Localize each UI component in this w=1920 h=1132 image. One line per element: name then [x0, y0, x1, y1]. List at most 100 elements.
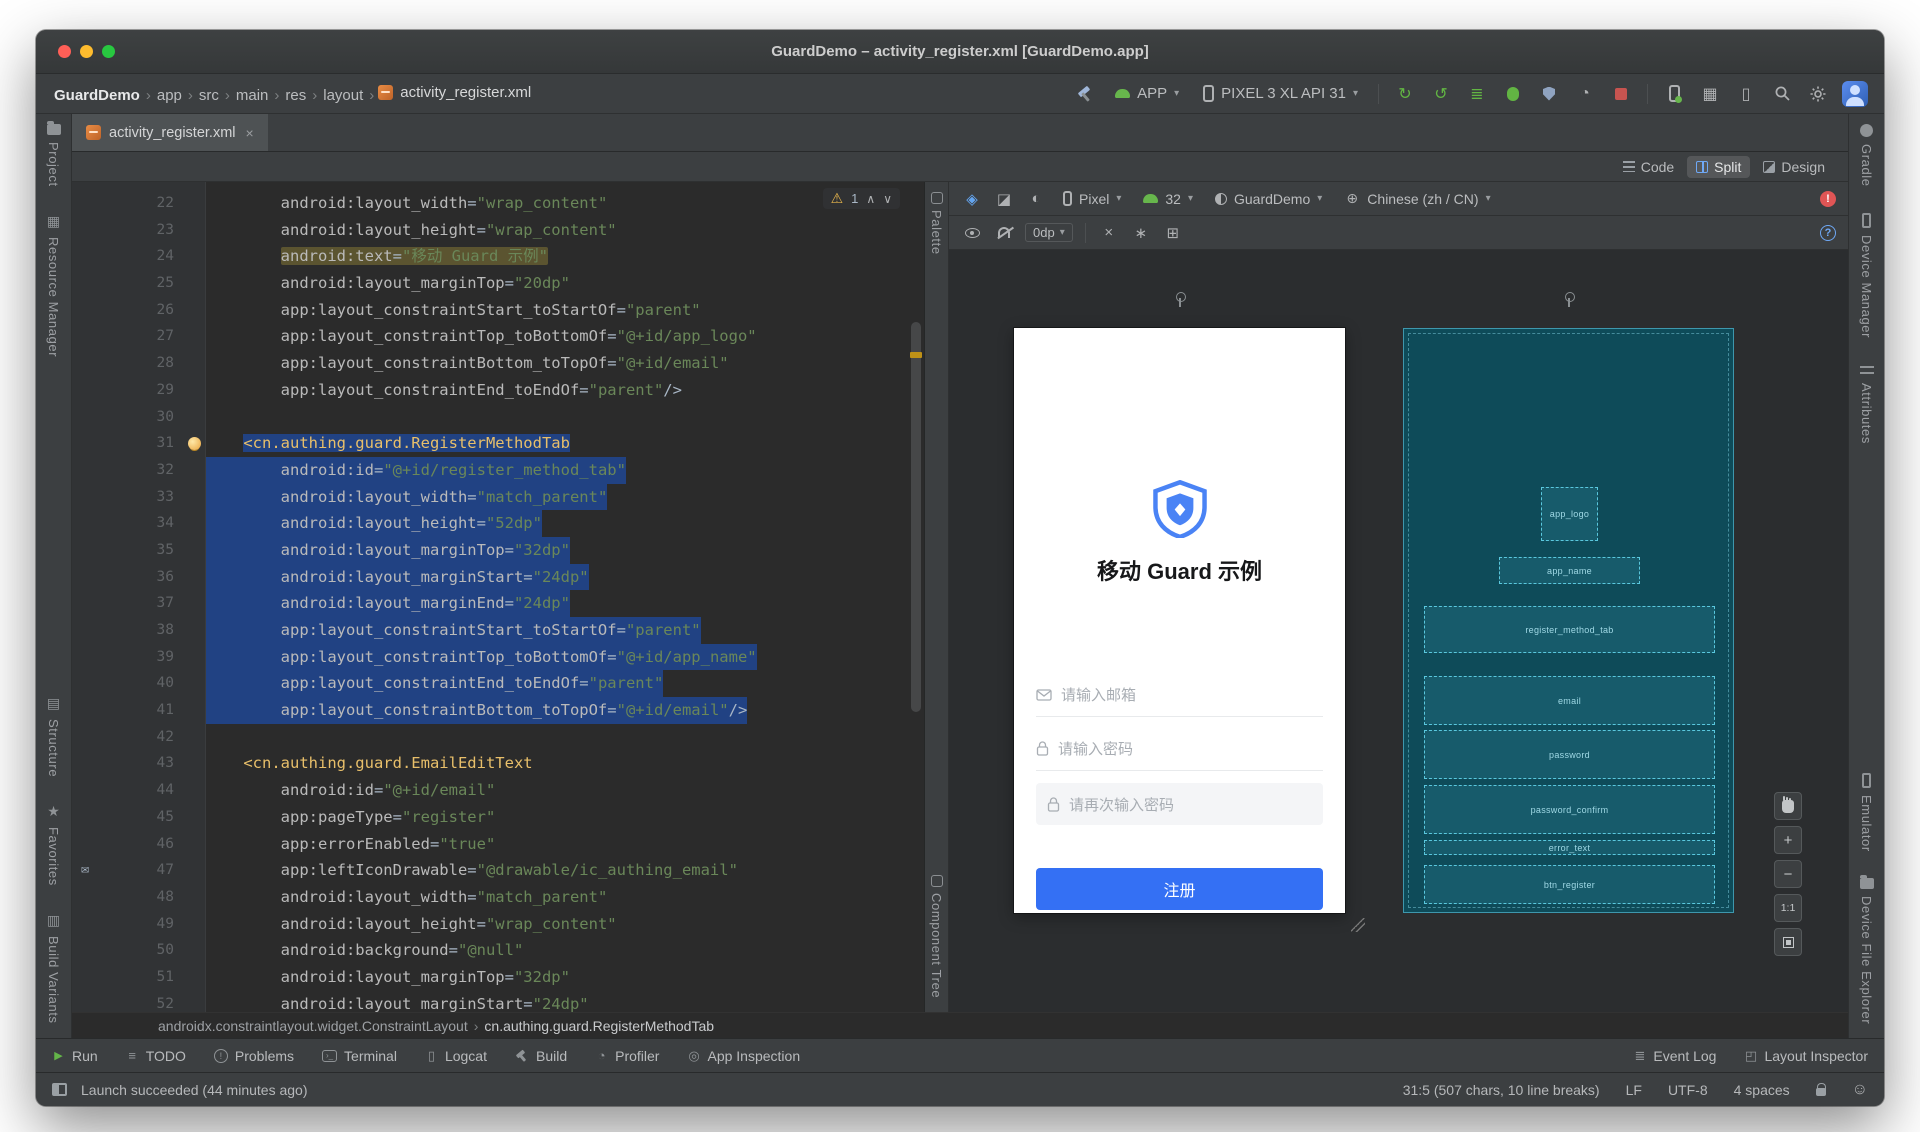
code-line[interactable]: 32 android:id="@+id/register_method_tab": [72, 456, 924, 484]
line-number[interactable]: 41: [98, 697, 182, 724]
blueprint-error_text[interactable]: error_text: [1424, 840, 1715, 855]
code-line[interactable]: 24 android:text="移动 Guard 示例": [72, 243, 924, 270]
rerun-icon[interactable]: ↻: [1393, 82, 1417, 106]
app-logo-shield-icon[interactable]: [1152, 480, 1207, 538]
build-hammer-icon[interactable]: [1073, 82, 1097, 106]
prev-issue-icon[interactable]: ∧: [866, 192, 875, 206]
line-number[interactable]: 32: [98, 457, 182, 484]
code-line[interactable]: 46 app:errorEnabled="true": [72, 831, 924, 858]
intention-bulb-icon[interactable]: [187, 437, 201, 451]
line-number[interactable]: 28: [98, 350, 182, 377]
line-number[interactable]: 34: [98, 510, 182, 537]
locale-selector[interactable]: ⊕ Chinese (zh / CN) ▾: [1338, 188, 1496, 210]
mode-code[interactable]: Code: [1614, 156, 1683, 178]
code-line[interactable]: 31 <cn.authing.guard.RegisterMethodTab: [72, 430, 924, 457]
zoom-out-button[interactable]: −: [1774, 860, 1802, 888]
logcat-tool-icon[interactable]: ▯: [1734, 82, 1758, 106]
toolwindow-profiler[interactable]: ◔ Profiler: [595, 1048, 660, 1064]
breadcrumb-file[interactable]: activity_register.xml: [378, 84, 531, 101]
zoom-to-fit-button[interactable]: [1774, 928, 1802, 956]
tool-stripe-project[interactable]: Project: [46, 121, 61, 187]
code-line[interactable]: 25 android:layout_marginTop="20dp": [72, 270, 924, 297]
mode-split[interactable]: Split: [1687, 155, 1751, 178]
line-number[interactable]: 50: [98, 937, 182, 964]
breadcrumb-item[interactable]: layout: [321, 87, 365, 104]
line-number[interactable]: 49: [98, 911, 182, 938]
tool-stripe-attributes[interactable]: Attributes: [1859, 363, 1874, 444]
line-number[interactable]: 27: [98, 323, 182, 350]
apply-changes-icon[interactable]: ↺: [1429, 82, 1453, 106]
code-line[interactable]: 45 app:pageType="register": [72, 804, 924, 831]
autoconnect-magnet-icon[interactable]: [993, 222, 1015, 244]
toolwindow-switcher-icon[interactable]: [52, 1083, 67, 1096]
code-line[interactable]: 28 app:layout_constraintBottom_toTopOf="…: [72, 350, 924, 377]
code-line[interactable]: 50 android:background="@null": [72, 937, 924, 964]
blueprint-password_confirm[interactable]: password_confirm: [1424, 785, 1715, 834]
code-line[interactable]: 29 app:layout_constraintEnd_toEndOf="par…: [72, 377, 924, 404]
breadcrumb-item[interactable]: src: [197, 87, 221, 104]
design-preview[interactable]: 移动 Guard 示例 请输入邮箱 请输入密码 请再次输入密码 注册: [1014, 328, 1345, 913]
caret-position[interactable]: 31:5 (507 chars, 10 line breaks): [1403, 1082, 1600, 1098]
scene-config-icon[interactable]: [1565, 292, 1575, 307]
code-line[interactable]: 22 android:layout_width="wrap_content": [72, 190, 924, 217]
scene-config-icon[interactable]: [1176, 292, 1186, 307]
line-number[interactable]: 29: [98, 377, 182, 404]
file-encoding[interactable]: UTF-8: [1668, 1082, 1708, 1098]
line-number[interactable]: 45: [98, 804, 182, 831]
code-line[interactable]: 49 android:layout_height="wrap_content": [72, 911, 924, 938]
code-line[interactable]: 36 android:layout_marginStart="24dp": [72, 563, 924, 591]
profiler-icon[interactable]: ◔: [1573, 82, 1597, 106]
blueprint-app_logo[interactable]: app_logo: [1541, 487, 1598, 541]
code-line[interactable]: 34 android:layout_height="52dp": [72, 510, 924, 537]
code-line[interactable]: 48 android:layout_width="match_parent": [72, 884, 924, 911]
blueprint-app_name[interactable]: app_name: [1499, 557, 1640, 584]
user-avatar[interactable]: [1842, 80, 1868, 107]
code-line[interactable]: 23 android:layout_height="wrap_content": [72, 217, 924, 244]
code-line[interactable]: 39 app:layout_constraintTop_toBottomOf="…: [72, 643, 924, 671]
breadcrumb-item[interactable]: GuardDemo: [52, 87, 142, 104]
line-number[interactable]: 48: [98, 884, 182, 911]
scrollbar-thumb[interactable]: [911, 322, 921, 712]
blueprint-register_method_tab[interactable]: register_method_tab: [1424, 606, 1715, 653]
profile-low-overhead-icon[interactable]: [1537, 82, 1561, 106]
code-line[interactable]: 27 app:layout_constraintTop_toBottomOf="…: [72, 323, 924, 350]
toolwindow-app-inspection[interactable]: ◎ App Inspection: [687, 1048, 800, 1064]
tool-stripe-structure[interactable]: ▤ Structure: [46, 695, 61, 777]
code-line[interactable]: 40 app:layout_constraintEnd_toEndOf="par…: [72, 670, 924, 698]
line-number[interactable]: 39: [98, 644, 182, 671]
code-line[interactable]: 26 app:layout_constraintStart_toStartOf=…: [72, 297, 924, 324]
tool-stripe-device-file-explorer[interactable]: Device File Explorer: [1859, 874, 1874, 1024]
pack-icon[interactable]: ⊞: [1162, 222, 1184, 244]
mode-design[interactable]: Design: [1754, 156, 1834, 178]
search-icon[interactable]: [1770, 82, 1794, 106]
line-number[interactable]: 36: [98, 564, 182, 591]
design-surface-icon[interactable]: ◈: [961, 188, 983, 210]
device-selector[interactable]: PIXEL 3 XL API 31 ▾: [1197, 82, 1364, 105]
line-number[interactable]: 25: [98, 270, 182, 297]
toolwindow-layout-inspector[interactable]: ◰ Layout Inspector: [1744, 1048, 1868, 1064]
resize-handle[interactable]: [1351, 918, 1365, 932]
stop-icon[interactable]: [1609, 82, 1633, 106]
breadcrumb-item[interactable]: main: [234, 87, 271, 104]
breadcrumb-item[interactable]: app: [155, 87, 184, 104]
code-line[interactable]: 41 app:layout_constraintBottom_toTopOf="…: [72, 697, 924, 724]
theme-selector[interactable]: GuardDemo ▾: [1209, 188, 1328, 210]
infer-constraints-icon[interactable]: ∗: [1130, 222, 1152, 244]
issue-panel-icon[interactable]: !: [1820, 190, 1836, 207]
code-line[interactable]: ✉ 47 app:leftIconDrawable="@drawable/ic_a…: [72, 857, 924, 884]
code-line[interactable]: 37 android:layout_marginEnd="24dp": [72, 590, 924, 618]
device-in-preview-selector[interactable]: Pixel ▾: [1057, 188, 1127, 210]
blueprint-btn_register[interactable]: btn_register: [1424, 865, 1715, 904]
line-number[interactable]: 23: [98, 217, 182, 244]
password-confirm-input-preview[interactable]: 请再次输入密码: [1036, 783, 1323, 825]
blueprint-root[interactable]: app_logo app_name register_method_tab email…: [1403, 328, 1734, 913]
breadcrumb-item[interactable]: res: [283, 87, 308, 104]
register-button-preview[interactable]: 注册: [1036, 868, 1323, 910]
blueprint-toggle-icon[interactable]: ◪: [993, 188, 1015, 210]
line-number[interactable]: 33: [98, 484, 182, 511]
pan-hand-button[interactable]: [1774, 792, 1802, 820]
tool-stripe-favorites[interactable]: ★ Favorites: [46, 803, 61, 886]
line-number[interactable]: 51: [98, 964, 182, 991]
readonly-lock-icon[interactable]: [1815, 1082, 1827, 1096]
drawable-preview-icon[interactable]: ✉: [81, 857, 89, 884]
